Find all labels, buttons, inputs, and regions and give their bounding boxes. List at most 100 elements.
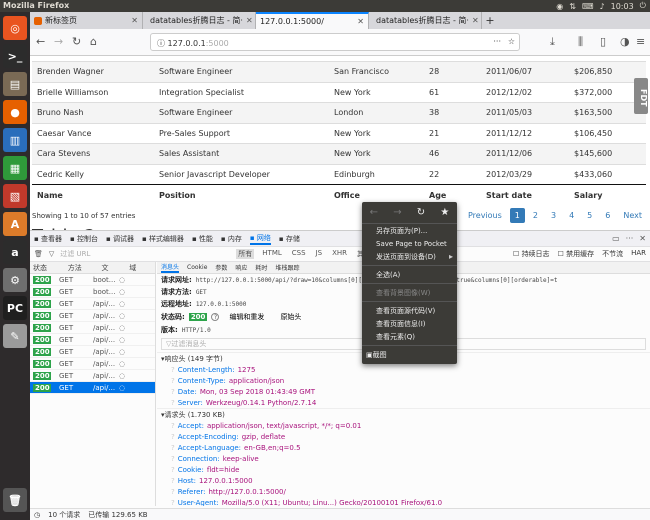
reload-icon[interactable]: ↻ xyxy=(72,35,81,48)
download-icon[interactable]: ⤓ xyxy=(550,35,555,49)
help-icon[interactable]: ? xyxy=(171,444,175,452)
devtools-tab-4[interactable]: ▪ 样式编辑器 xyxy=(142,234,184,244)
fdt-toggle-badge[interactable]: FDT xyxy=(634,78,648,114)
clock[interactable]: 10:03 xyxy=(611,2,634,11)
power-icon[interactable]: ⏻ xyxy=(640,1,646,11)
chrome-icon[interactable]: ◉ xyxy=(556,2,563,11)
context-menu-item[interactable]: 查看背景图像(W) xyxy=(362,286,457,299)
devtools-tab-7[interactable]: ▪ 网络 xyxy=(249,233,271,245)
request-row[interactable]: 200 GET/api/... ◌ xyxy=(30,346,155,358)
help-icon[interactable]: ? xyxy=(171,466,175,474)
terminal-icon[interactable]: >_ xyxy=(3,44,27,68)
page-button-2[interactable]: 2 xyxy=(528,208,543,223)
tab-2[interactable]: datatables折腾日志 - 简· ✕ xyxy=(143,12,256,29)
help-icon[interactable]: ? xyxy=(171,488,175,496)
request-row[interactable]: 200 GET/api/... ◌ xyxy=(30,322,155,334)
help-icon[interactable]: ? xyxy=(171,422,175,430)
page-button-next[interactable]: Next xyxy=(618,208,647,223)
devtools-tab-3[interactable]: ▪ 调试器 xyxy=(106,234,134,244)
page-button-5[interactable]: 5 xyxy=(582,208,597,223)
page-button-previous[interactable]: Previous xyxy=(463,208,507,223)
footer-start-date[interactable]: Start date xyxy=(481,184,569,205)
new-tab-button[interactable]: + xyxy=(482,12,498,29)
context-menu-item[interactable]: 另存页面为(P)... xyxy=(362,224,457,237)
option-2[interactable]: ☐ 禁用缓存 xyxy=(558,249,595,259)
column-header[interactable]: 方法 xyxy=(60,263,100,273)
sidebar-icon[interactable]: ▯ xyxy=(600,35,606,48)
devtools-tab-6[interactable]: ▪ 内存 xyxy=(221,234,242,244)
raw-headers-toggle[interactable]: 原始头 xyxy=(280,312,301,322)
help-icon[interactable]: ? xyxy=(171,477,175,485)
help-icon[interactable]: ? xyxy=(171,399,175,407)
close-tab-icon[interactable]: ✕ xyxy=(131,16,138,25)
help-icon[interactable]: ? xyxy=(171,455,175,463)
help-icon[interactable]: ? xyxy=(171,433,175,441)
page-button-4[interactable]: 4 xyxy=(564,208,579,223)
url-filter-input[interactable]: 过滤 URL xyxy=(60,249,160,259)
trash-icon[interactable]: 🗑 xyxy=(3,488,27,512)
responsive-icon[interactable]: ▭ xyxy=(612,234,620,243)
ctx-reload-icon[interactable]: ↻ xyxy=(417,207,425,218)
wifi-icon[interactable]: ⇅ xyxy=(569,2,576,11)
amazon-icon[interactable]: a xyxy=(3,240,27,264)
devtools-menu-icon[interactable]: ··· xyxy=(626,234,634,243)
request-row[interactable]: 200 GET/api/... ◌ xyxy=(30,310,155,322)
column-header[interactable]: 域 xyxy=(127,263,155,273)
forward-icon[interactable]: → xyxy=(54,35,63,48)
tab-4[interactable]: datatables折腾日志 - 简· ✕ xyxy=(369,12,482,29)
close-tab-icon[interactable]: ✕ xyxy=(472,16,479,25)
library-icon[interactable]: ⫼ xyxy=(578,35,583,49)
home-icon[interactable]: ⌂ xyxy=(90,35,97,48)
writer-icon[interactable]: ▥ xyxy=(3,128,27,152)
editor-icon[interactable]: ✎ xyxy=(3,324,27,348)
keyboard-icon[interactable]: ⌨ xyxy=(582,2,594,11)
filter-xhr[interactable]: XHR xyxy=(330,249,349,259)
help-icon[interactable]: ? xyxy=(171,499,175,507)
help-icon[interactable]: ? xyxy=(171,377,175,385)
request-row[interactable]: 200 GET/api/... ◌ xyxy=(30,298,155,310)
context-menu-item[interactable]: 全选(A) xyxy=(362,268,457,281)
bookmark-star-icon[interactable]: ☆ xyxy=(508,37,515,46)
back-icon[interactable]: ← xyxy=(36,35,45,48)
page-button-6[interactable]: 6 xyxy=(600,208,615,223)
account-icon[interactable]: ◑ xyxy=(620,35,630,48)
menu-icon[interactable]: ≡ xyxy=(636,35,645,48)
detail-tab-6[interactable]: 堆栈跟踪 xyxy=(275,263,299,272)
context-menu-item[interactable]: 查看页面信息(I) xyxy=(362,317,457,330)
pycharm-icon[interactable]: PC xyxy=(3,296,27,320)
filter-所有[interactable]: 所有 xyxy=(236,249,255,259)
help-icon[interactable]: ? xyxy=(171,366,175,374)
detail-tab-2[interactable]: Cookie xyxy=(187,264,207,271)
ctx-forward-icon[interactable]: → xyxy=(393,207,401,218)
close-devtools-icon[interactable]: ✕ xyxy=(639,234,646,243)
more-icon[interactable]: ··· xyxy=(493,37,501,46)
request-row[interactable]: 200 GET/api/... ◌ xyxy=(30,382,155,394)
page-button-3[interactable]: 3 xyxy=(546,208,561,223)
tab-1[interactable]: 新标签页 ✕ xyxy=(30,12,143,29)
detail-tab-3[interactable]: 参数 xyxy=(215,263,227,272)
devtools-tab-8[interactable]: ▪ 存储 xyxy=(279,234,300,244)
filter-css[interactable]: CSS xyxy=(290,249,308,259)
context-menu-item[interactable]: Save Page to Pocket xyxy=(362,237,457,250)
clear-icon[interactable]: 🗑 xyxy=(34,250,43,258)
column-header[interactable]: 状态 xyxy=(30,263,60,273)
impress-icon[interactable]: ▧ xyxy=(3,184,27,208)
detail-tab-1[interactable]: 消息头 xyxy=(161,262,180,273)
firefox-icon[interactable]: ● xyxy=(3,100,27,124)
detail-tab-5[interactable]: 耗时 xyxy=(255,263,267,272)
request-row[interactable]: 200 GET/api/... ◌ xyxy=(30,334,155,346)
footer-salary[interactable]: Salary xyxy=(569,184,646,205)
request-row[interactable]: 200 GET boot... ◌ xyxy=(30,274,155,286)
footer-position[interactable]: Position xyxy=(154,184,329,205)
column-header[interactable]: 文 xyxy=(99,263,127,273)
context-menu-item[interactable]: 查看页面源代码(V) xyxy=(362,304,457,317)
filter-js[interactable]: JS xyxy=(314,249,325,259)
detail-tab-4[interactable]: 响应 xyxy=(235,263,247,272)
option-1[interactable]: ☐ 持续日志 xyxy=(513,249,550,259)
devtools-tab-5[interactable]: ▪ 性能 xyxy=(192,234,213,244)
request-row[interactable]: 200 GET/api/... ◌ xyxy=(30,358,155,370)
devtools-tab-2[interactable]: ▪ 控制台 xyxy=(70,234,98,244)
ctx-back-icon[interactable]: ← xyxy=(370,207,378,218)
calc-icon[interactable]: ▦ xyxy=(3,156,27,180)
files-icon[interactable]: ▤ xyxy=(3,72,27,96)
